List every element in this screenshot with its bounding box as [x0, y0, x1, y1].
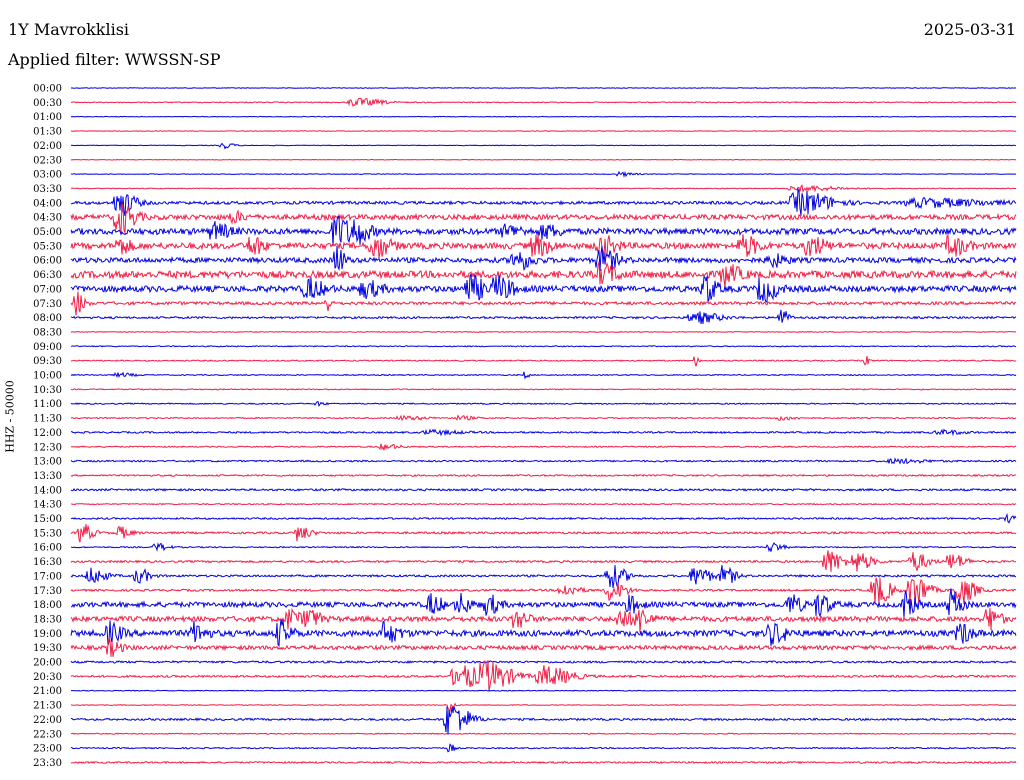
time-tick-label: 13:00 — [33, 457, 62, 468]
time-tick-label: 16:00 — [33, 543, 62, 554]
seismogram-trace — [70, 388, 1017, 391]
seismogram-trace — [70, 473, 1017, 478]
seismogram-trace — [70, 512, 1017, 524]
seismogram-trace — [70, 401, 1017, 408]
time-tick-label: 20:30 — [33, 672, 62, 683]
time-tick-label: 13:30 — [33, 471, 62, 482]
seismogram-trace — [70, 330, 1017, 333]
seismogram-trace — [70, 428, 1017, 437]
time-tick-label: 21:00 — [33, 686, 62, 697]
time-tick-label: 21:30 — [33, 701, 62, 712]
time-tick-label: 12:00 — [33, 428, 62, 439]
time-tick-label: 10:00 — [33, 371, 62, 382]
seismogram-trace — [70, 577, 1017, 605]
seismogram-trace — [70, 272, 1017, 303]
time-tick-label: 01:00 — [33, 112, 62, 123]
time-tick-label: 07:30 — [33, 299, 62, 310]
seismogram-trace — [70, 371, 1017, 380]
seismogram-trace — [70, 660, 1017, 664]
seismogram-trace — [70, 345, 1017, 348]
time-tick-label: 14:00 — [33, 485, 62, 496]
time-tick-label: 14:30 — [33, 500, 62, 511]
seismogram-trace — [70, 158, 1017, 161]
time-tick-label: 07:00 — [33, 284, 62, 295]
time-tick-label: 05:00 — [33, 227, 62, 238]
seismogram-trace — [71, 689, 1017, 692]
seismogram-trace — [70, 457, 1017, 465]
time-tick-label: 06:00 — [33, 256, 62, 267]
time-tick-label: 17:00 — [33, 571, 62, 582]
seismogram-trace — [70, 97, 1017, 107]
time-tick-label: 03:00 — [33, 170, 62, 181]
seismogram-trace — [70, 487, 1017, 492]
time-tick-label: 08:00 — [33, 313, 62, 324]
seismogram-trace — [70, 261, 1017, 288]
seismogram-trace — [70, 184, 1017, 194]
time-tick-label: 15:30 — [33, 528, 62, 539]
seismogram-trace — [70, 234, 1017, 259]
time-tick-label: 17:30 — [33, 586, 62, 597]
seismogram-trace — [71, 187, 1017, 217]
time-tick-label: 22:30 — [33, 729, 62, 740]
time-tick-label: 02:00 — [33, 141, 62, 152]
seismogram-trace — [71, 706, 1016, 735]
seismogram-trace — [70, 414, 1017, 422]
time-tick-label: 11:00 — [33, 399, 62, 410]
time-tick-label: 16:30 — [33, 557, 62, 568]
time-tick-label: 23:00 — [33, 744, 62, 755]
time-tick-label: 22:00 — [33, 715, 62, 726]
seismogram-trace — [70, 443, 1017, 451]
seismogram-trace — [70, 523, 1017, 543]
seismogram-trace — [70, 550, 1017, 572]
time-tick-label: 15:00 — [33, 514, 62, 525]
time-tick-label: 04:00 — [33, 198, 62, 209]
seismogram-trace — [70, 291, 1017, 316]
time-tick-label: 00:00 — [33, 84, 62, 95]
seismogram-trace — [70, 743, 1017, 753]
seismogram-trace — [70, 619, 1017, 648]
seismogram-trace — [70, 732, 1017, 735]
time-tick-label: 02:30 — [33, 155, 62, 166]
time-tick-label: 05:30 — [33, 241, 62, 252]
seismogram-trace — [70, 355, 1016, 367]
time-tick-label: 09:30 — [33, 356, 62, 367]
seismogram-trace — [70, 87, 1017, 89]
time-tick-label: 18:00 — [33, 600, 62, 611]
seismogram-trace — [70, 502, 1017, 506]
time-tick-label: 10:30 — [33, 385, 62, 396]
seismogram-trace — [70, 309, 1017, 325]
seismogram-trace — [70, 115, 1017, 118]
time-tick-label: 01:30 — [33, 127, 62, 138]
time-tick-label: 11:30 — [33, 414, 62, 425]
time-tick-label: 19:30 — [33, 643, 62, 654]
time-tick-label: 09:00 — [33, 342, 62, 353]
seismogram-trace — [70, 659, 1017, 692]
time-tick-label: 23:30 — [33, 758, 62, 769]
seismogram-trace — [70, 760, 1017, 765]
seismogram-trace — [70, 142, 1017, 150]
time-tick-label: 03:30 — [33, 184, 62, 195]
seismogram-trace — [70, 636, 1017, 657]
time-tick-label: 20:00 — [33, 658, 62, 669]
seismogram-trace — [70, 542, 1017, 553]
time-tick-label: 00:30 — [33, 98, 62, 109]
helicorder-plot: 00:00 00:30 01:00 01:30 02:00 02:30 03:00 03:30… — [33, 84, 1017, 769]
time-tick-label: 18:30 — [33, 614, 62, 625]
seismogram-trace — [70, 130, 1017, 132]
seismogram-trace — [70, 607, 1017, 633]
seismogram-trace — [70, 170, 1017, 178]
seismogram-trace — [70, 702, 1017, 713]
time-tick-label: 19:00 — [33, 629, 62, 640]
time-tick-label: 04:30 — [33, 213, 62, 224]
time-tick-label: 06:30 — [33, 270, 62, 281]
time-tick-label: 12:30 — [33, 442, 62, 453]
time-tick-label: 08:30 — [33, 327, 62, 338]
